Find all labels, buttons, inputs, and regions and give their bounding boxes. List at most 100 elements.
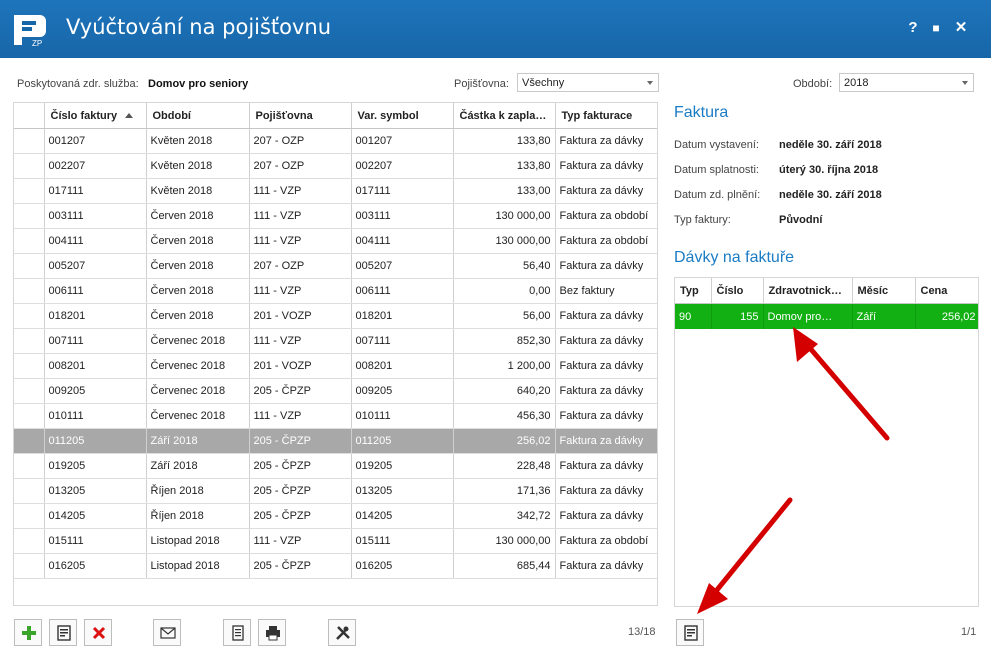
column-header-price[interactable]: Cena [915, 278, 978, 304]
row-gutter[interactable] [14, 253, 45, 279]
batch-edit-button[interactable] [676, 619, 704, 646]
invoice-row[interactable]: 005207 Červen 2018 207 - OZP 005207 56,40 Fak… [14, 253, 657, 279]
amount-cell: 130 000,00 [453, 203, 556, 229]
row-gutter[interactable] [14, 178, 45, 204]
period-select[interactable]: 2018 [839, 73, 974, 92]
row-gutter[interactable] [14, 203, 45, 229]
invoice-grid[interactable]: Číslo faktury Období Pojišťovna Var. sym… [13, 102, 658, 606]
column-header-type[interactable]: Typ [675, 278, 712, 304]
row-gutter[interactable] [14, 328, 45, 354]
var-symbol-cell: 001207 [351, 128, 454, 154]
insurer-cell: 111 - VZP [249, 228, 352, 254]
invoice-row[interactable]: 017111 Květen 2018 111 - VZP 017111 133,00 Fa… [14, 178, 657, 204]
row-gutter[interactable] [14, 528, 45, 554]
invoice-type-value: Původní [779, 214, 823, 226]
insurer-cell: 111 - VZP [249, 403, 352, 429]
column-header-insurer[interactable]: Pojišťovna [249, 103, 352, 129]
send-mail-button[interactable] [153, 619, 181, 646]
invoice-pager: 13/18 [628, 626, 656, 638]
column-header-period[interactable]: Období [146, 103, 250, 129]
print-button[interactable] [258, 619, 286, 646]
var-symbol-cell: 007111 [351, 328, 454, 354]
var-symbol-cell: 015111 [351, 528, 454, 554]
invoice-row[interactable]: 016205 Listopad 2018 205 - ČPZP 016205 685,4… [14, 553, 657, 579]
invoice-row[interactable]: 009205 Červenec 2018 205 - ČPZP 009205 640,2… [14, 378, 657, 404]
delete-button[interactable] [84, 619, 112, 646]
report-icon [232, 625, 244, 641]
invoice-row[interactable]: 001207 Květen 2018 207 - OZP 001207 133,80 Fa… [14, 128, 657, 154]
row-gutter[interactable] [14, 278, 45, 304]
add-icon [22, 626, 36, 640]
invoice-row[interactable]: 019205 Září 2018 205 - ČPZP 019205 228,48 Fak… [14, 453, 657, 479]
close-button[interactable]: ✕ [951, 18, 971, 38]
invoice-header-row: Číslo faktury Období Pojišťovna Var. sym… [14, 103, 657, 129]
insurer-cell: 205 - ČPZP [249, 553, 352, 579]
insurer-select[interactable]: Všechny [517, 73, 659, 92]
row-gutter[interactable] [14, 228, 45, 254]
batch-provider-cell: Domov pro… [763, 303, 853, 329]
batch-row[interactable]: 90 155 Domov pro… Září 256,02 [675, 303, 978, 329]
batch-type-cell: 90 [675, 303, 712, 329]
edit-button[interactable] [49, 619, 77, 646]
row-gutter[interactable] [14, 353, 45, 379]
period-cell: Červenec 2018 [146, 378, 250, 404]
amount-cell: 133,80 [453, 153, 556, 179]
invoice-row[interactable]: 018201 Červen 2018 201 - VOZP 018201 56,00 Fa… [14, 303, 657, 329]
invoice-row[interactable]: 004111 Červen 2018 111 - VZP 004111 130 000,… [14, 228, 657, 254]
insurer-cell: 111 - VZP [249, 278, 352, 304]
invoice-row[interactable]: 003111 Červen 2018 111 - VZP 003111 130 000,… [14, 203, 657, 229]
tools-button[interactable] [328, 619, 356, 646]
invoice-type-label: Typ faktury: [674, 214, 731, 226]
column-header-label: Číslo faktury [50, 109, 118, 122]
maximize-button[interactable]: ■ [926, 18, 946, 38]
column-header-month[interactable]: Měsíc [852, 278, 916, 304]
delete-icon [92, 626, 106, 640]
row-gutter[interactable] [14, 503, 45, 529]
row-gutter[interactable] [14, 428, 45, 454]
invoice-row[interactable]: 015111 Listopad 2018 111 - VZP 015111 130 00… [14, 528, 657, 554]
column-header-provider[interactable]: Zdravotnick… [763, 278, 853, 304]
period-cell: Květen 2018 [146, 178, 250, 204]
var-symbol-cell: 019205 [351, 453, 454, 479]
invoice-type-cell: Faktura za období [555, 228, 657, 254]
amount-cell: 1 200,00 [453, 353, 556, 379]
insurer-cell: 205 - ČPZP [249, 453, 352, 479]
row-gutter[interactable] [14, 478, 45, 504]
invoice-row[interactable]: 008201 Červenec 2018 201 - VOZP 008201 1 200… [14, 353, 657, 379]
invoice-row[interactable]: 010111 Červenec 2018 111 - VZP 010111 456,30… [14, 403, 657, 429]
column-header-invoice-type[interactable]: Typ fakturace [555, 103, 657, 129]
period-cell: Listopad 2018 [146, 528, 250, 554]
invoice-type-cell: Faktura za dávky [555, 153, 657, 179]
insurer-select-value: Všechny [522, 77, 565, 89]
add-button[interactable] [14, 619, 42, 646]
invoice-number-cell: 013205 [44, 478, 147, 504]
row-gutter[interactable] [14, 453, 45, 479]
column-header-number[interactable]: Číslo [711, 278, 764, 304]
amount-cell: 228,48 [453, 453, 556, 479]
row-gutter[interactable] [14, 378, 45, 404]
amount-cell: 685,44 [453, 553, 556, 579]
invoice-row[interactable]: 006111 Červen 2018 111 - VZP 006111 0,00 Bez … [14, 278, 657, 304]
invoice-row[interactable]: 013205 Říjen 2018 205 - ČPZP 013205 171,36 Fa… [14, 478, 657, 504]
row-gutter[interactable] [14, 303, 45, 329]
invoice-row[interactable]: 007111 Červenec 2018 111 - VZP 007111 852,30… [14, 328, 657, 354]
batch-price-cell: 256,02 [915, 303, 978, 329]
help-button[interactable]: ? [903, 18, 923, 38]
invoice-row[interactable]: 011205 Září 2018 205 - ČPZP 011205 256,02 Fak… [14, 428, 657, 454]
invoice-row[interactable]: 002207 Květen 2018 207 - OZP 002207 133,80 Fa… [14, 153, 657, 179]
batch-grid[interactable]: Typ Číslo Zdravotnick… Měsíc Cena 90 155… [674, 277, 979, 607]
invoice-number-cell: 003111 [44, 203, 147, 229]
column-header-var-symbol[interactable]: Var. symbol [351, 103, 454, 129]
row-gutter[interactable] [14, 128, 45, 154]
invoice-number-cell: 006111 [44, 278, 147, 304]
row-gutter[interactable] [14, 153, 45, 179]
column-header-invoice-number[interactable]: Číslo faktury [44, 103, 147, 129]
var-symbol-cell: 013205 [351, 478, 454, 504]
row-gutter[interactable] [14, 553, 45, 579]
var-symbol-cell: 006111 [351, 278, 454, 304]
invoice-row[interactable]: 014205 Říjen 2018 205 - ČPZP 014205 342,72 Fa… [14, 503, 657, 529]
column-header-amount[interactable]: Částka k zapla… [453, 103, 556, 129]
edit-icon [57, 625, 71, 641]
row-gutter[interactable] [14, 403, 45, 429]
report-button[interactable] [223, 619, 251, 646]
